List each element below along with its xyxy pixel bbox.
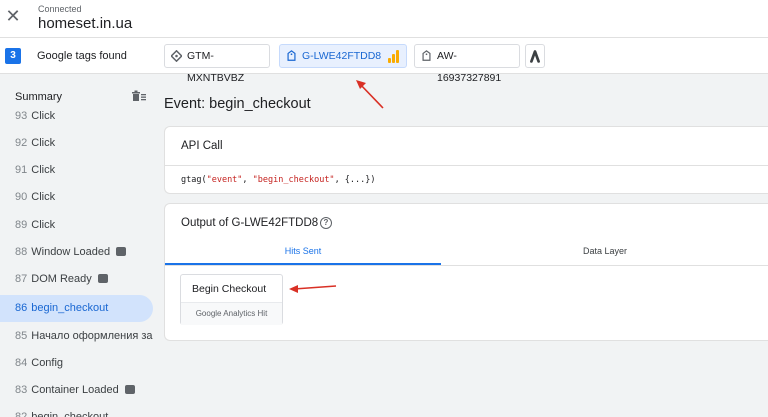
connection-status: Connected [38,4,82,14]
event-number: 93 [15,110,28,122]
gtm-event-icon [124,385,135,394]
tag-badge-icon [422,50,431,61]
event-label: Click [31,164,56,176]
event-number: 86 [15,302,28,314]
event-number: 92 [15,137,28,149]
tag-chip-gtm[interactable]: GTM-MXNTBVBZ [164,44,270,84]
help-icon[interactable]: ? [320,217,332,229]
event-item[interactable]: 89 Click [0,212,153,239]
event-title: Event: begin_checkout [164,96,311,112]
event-number: 82 [15,411,28,417]
event-number: 90 [15,191,28,203]
api-call-title: API Call [181,140,223,152]
event-number: 91 [15,164,28,176]
tag-badge-icon [287,50,296,61]
hit-name: Begin Checkout [181,275,282,303]
event-label: Container Loaded [31,384,119,396]
event-label: Начало оформления за... [31,330,153,342]
api-call-code: gtag("event", "begin_checkout", {...}) [181,175,376,185]
event-label: Config [31,357,64,369]
event-item[interactable]: 92 Click [0,130,153,157]
event-item[interactable]: 85 Начало оформления за... [0,323,153,350]
output-title: Output of G-LWE42FTDD8 [181,217,319,229]
event-label: begin_checkout [31,302,109,314]
tag-chip-label: G-LWE42FTDD8 [302,50,382,62]
tags-found-label: Google tags found [37,50,127,62]
code-arg-event: "event" [206,175,243,185]
event-label: begin_checkout [31,411,109,417]
gtm-event-icon [116,247,127,256]
tab-data-layer[interactable]: Data Layer [441,237,768,265]
event-item[interactable]: 88 Window Loaded [0,239,153,266]
divider [165,165,768,166]
event-number: 89 [15,219,28,231]
event-item[interactable]: 90 Click [0,184,153,211]
event-number: 87 [15,273,28,285]
google-ads-chip[interactable] [525,44,545,68]
code-fn: gtag( [181,175,207,185]
event-number: 88 [15,246,28,258]
event-number: 84 [15,357,28,369]
event-number: 83 [15,384,28,396]
connection-bar: ✕ Connected homeset.in.ua [0,0,768,38]
code-arg-name: "begin_checkout" [252,175,335,185]
divider [165,265,768,266]
event-label: Window Loaded [31,246,111,258]
event-item[interactable]: 82 begin_checkout [0,404,153,417]
tag-chip-ga4[interactable]: G-LWE42FTDD8 [279,44,407,68]
event-label: Click [31,219,56,231]
event-item[interactable]: 84 Config [0,350,153,377]
event-item[interactable]: 91 Click [0,157,153,184]
event-sidebar: Summary 93 Click 92 Click 91 Click 90 Click … [0,74,158,417]
close-icon[interactable]: ✕ [5,7,21,25]
tag-chip-ads[interactable]: AW-16937327891 [414,44,520,84]
event-label: DOM Ready [31,273,92,285]
gtm-diamond-icon [171,50,182,62]
api-call-card: API Call gtag("event", "begin_checkout",… [164,126,768,194]
gtm-event-icon [97,274,108,283]
event-item[interactable]: 93 Click [0,103,153,130]
clear-list-icon[interactable] [132,90,146,102]
tag-chip-label: GTM-MXNTBVBZ [187,50,245,84]
event-item[interactable]: 83 Container Loaded [0,377,153,404]
event-label: Click [31,137,56,149]
tag-chip-label: AW-16937327891 [437,50,502,84]
hit-type: Google Analytics Hit [181,303,282,325]
google-ads-icon [530,50,540,63]
hit-card[interactable]: Begin Checkout Google Analytics Hit [180,274,283,325]
output-card: Output of G-LWE42FTDD8 ? Hits Sent Data … [164,203,768,341]
annotation-arrow-icon [356,80,384,109]
tags-bar: 3 Google tags found GTM-MXNTBVBZ G-LWE42… [0,38,768,84]
event-label: Click [31,110,56,122]
google-analytics-icon [388,50,400,63]
event-label: Click [31,191,56,203]
event-item-selected[interactable]: 86 begin_checkout [0,295,153,322]
code-suffix: , {...}) [334,175,376,185]
tab-hits-sent[interactable]: Hits Sent [165,237,441,265]
event-number: 85 [15,330,28,342]
code-separator: , [242,175,253,185]
connected-domain: homeset.in.ua [38,15,133,32]
tag-count-badge: 3 [5,48,21,64]
summary-label: Summary [15,91,63,103]
event-item[interactable]: 87 DOM Ready [0,266,153,293]
